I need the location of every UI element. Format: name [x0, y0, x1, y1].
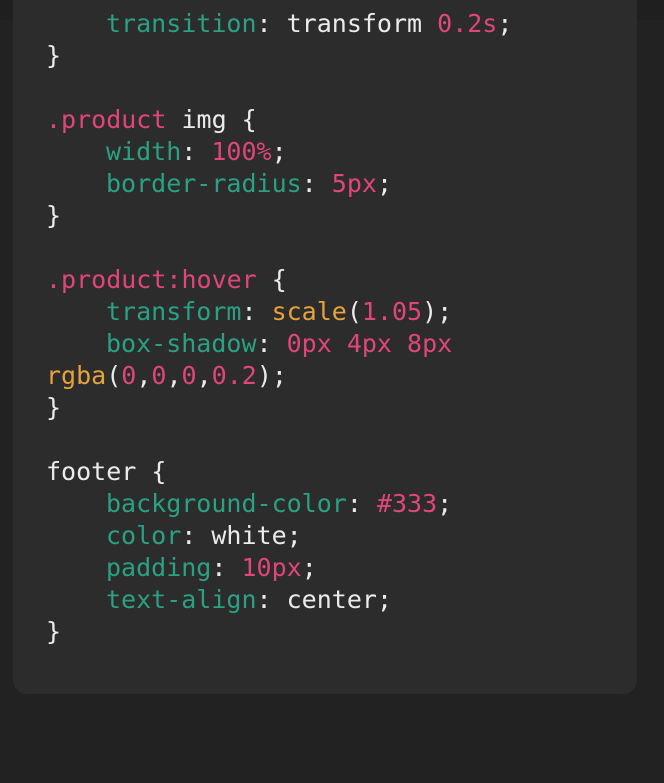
code-token: .product: [46, 105, 167, 134]
code-token: border-radius: [106, 169, 302, 198]
code-token: }: [46, 617, 62, 646]
code-token: :: [181, 521, 212, 550]
code-token: center: [286, 585, 377, 614]
code-token: ;: [286, 521, 302, 550]
code-token: color: [106, 521, 182, 550]
code-token: 10px: [241, 553, 302, 582]
code-token: width: [106, 137, 182, 166]
code-token: {: [256, 265, 287, 294]
code-line: padding: 10px;: [46, 552, 512, 584]
code-line: width: 100%;: [46, 136, 512, 168]
code-token: (: [106, 361, 122, 390]
code-token: ;: [271, 137, 287, 166]
code-token: scale: [271, 297, 347, 326]
code-token: white: [211, 521, 287, 550]
code-token: 1.05: [361, 297, 423, 326]
code-token: ;: [376, 585, 392, 614]
code-line: }: [46, 392, 512, 424]
code-token: box-shadow: [106, 329, 257, 358]
code-token: :: [241, 297, 272, 326]
code-token: :: [256, 585, 287, 614]
code-line: footer {: [46, 456, 512, 488]
code-token: }: [46, 201, 62, 230]
code-line: text-align: center;: [46, 584, 512, 616]
code-token: :: [256, 329, 287, 358]
code-token: 0px 4px 8px: [286, 329, 453, 358]
code-block: transition: transform 0.2s;} .product img…: [13, 0, 637, 694]
code-token: ;: [301, 553, 317, 582]
code-token: :: [181, 137, 212, 166]
code-line: .product img {: [46, 104, 512, 136]
code-line: color: white;: [46, 520, 512, 552]
code-line: }: [46, 616, 512, 648]
code-token: ;: [437, 489, 453, 518]
code-token: transform: [106, 297, 242, 326]
code-token: transform: [286, 9, 423, 38]
code-token: :: [256, 9, 287, 38]
code-token: transition: [106, 9, 257, 38]
code-token: :: [346, 489, 377, 518]
code-line: .product:hover {: [46, 264, 512, 296]
code-token: 0: [121, 361, 137, 390]
code-token: }: [46, 41, 62, 70]
code-token: (: [346, 297, 362, 326]
code-token: 0: [151, 361, 167, 390]
code-token: );: [422, 297, 453, 326]
code-token: .product:hover: [46, 265, 257, 294]
code-line: transform: scale(1.05);: [46, 296, 512, 328]
code-token: background-color: [106, 489, 347, 518]
code-line: transition: transform 0.2s;: [46, 8, 512, 40]
code-token: ,: [166, 361, 182, 390]
code-line: border-radius: 5px;: [46, 168, 512, 200]
code-token: 5px: [331, 169, 377, 198]
code-token: padding: [106, 553, 212, 582]
code-token: 0.2s: [437, 9, 498, 38]
code-token: :: [211, 553, 242, 582]
code-token: text-align: [106, 585, 257, 614]
code-line: }: [46, 200, 512, 232]
code-token: ;: [376, 169, 392, 198]
code-token: #333: [376, 489, 438, 518]
code-token: rgba: [46, 361, 107, 390]
code-content: transition: transform 0.2s;} .product img…: [46, 8, 512, 648]
code-line: rgba(0,0,0,0.2);: [46, 360, 512, 392]
code-token: 0: [181, 361, 197, 390]
code-token: ;: [497, 9, 513, 38]
code-line: background-color: #333;: [46, 488, 512, 520]
code-token: footer {: [46, 457, 167, 486]
code-token: 0.2: [211, 361, 257, 390]
code-token: 100%: [211, 137, 272, 166]
code-token: img {: [166, 105, 257, 134]
code-token: ,: [136, 361, 152, 390]
code-line: }: [46, 40, 512, 72]
code-token: ,: [196, 361, 212, 390]
code-token: }: [46, 393, 62, 422]
code-token: );: [256, 361, 287, 390]
code-line: box-shadow: 0px 4px 8px: [46, 328, 512, 360]
code-token: :: [301, 169, 332, 198]
